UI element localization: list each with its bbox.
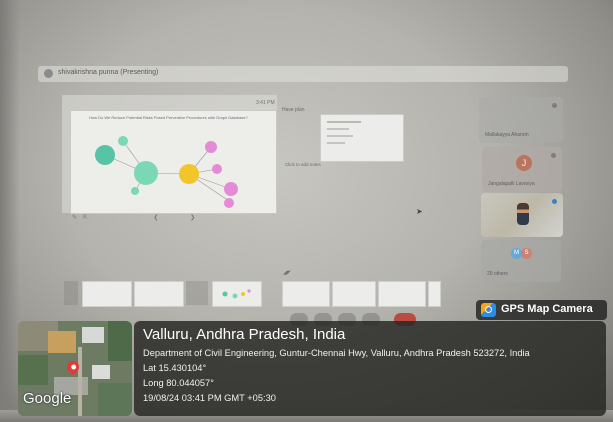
- latitude: Lat 15.430104°: [143, 363, 207, 373]
- pointer-icon[interactable]: ⇱: [83, 215, 88, 221]
- mind-map-node: [205, 141, 217, 153]
- mic-off-icon: [551, 153, 556, 158]
- slide-filmstrip[interactable]: [64, 281, 441, 307]
- presenter-bar-label: shivakrishna punna (Presenting): [58, 69, 159, 76]
- mind-map-node: [95, 145, 115, 165]
- participant-video-tile[interactable]: [481, 193, 563, 237]
- mind-map-node: [224, 198, 234, 208]
- meet-presenter-bar: shivakrishna punna (Presenting): [38, 66, 568, 82]
- participant-name: 20 others: [487, 271, 508, 277]
- slide-time: 3:41 PM: [256, 100, 275, 106]
- mind-map-node: [118, 136, 128, 146]
- gps-camera-badge: GPS Map Camera: [476, 300, 607, 320]
- notes-preview-card: [320, 114, 404, 162]
- mind-map-node: [212, 164, 222, 174]
- projected-screen-photo: shivakrishna punna (Presenting) 3:41 PM …: [0, 0, 613, 422]
- location-title: Valluru, Andhra Pradesh, India: [143, 326, 346, 343]
- participant-avatar: J: [516, 155, 532, 171]
- mind-map-node: [224, 182, 238, 196]
- slide-page: How Do We Reduce Potential Risks Posed P…: [70, 110, 277, 214]
- satellite-map-thumbnail: Google: [18, 321, 132, 416]
- participant-name: Jangalapalli Lavanya: [488, 181, 535, 187]
- longitude: Long 80.044057°: [143, 378, 214, 388]
- slide-editor-header: [62, 95, 283, 105]
- speaking-icon: [552, 199, 557, 204]
- filmstrip-handle-icon[interactable]: ◢◤: [283, 270, 291, 276]
- slide-thumbnail[interactable]: [378, 281, 426, 307]
- notes-title: Have plan: [282, 107, 305, 113]
- slide-thumbnail[interactable]: [332, 281, 376, 307]
- participant-tile[interactable]: J Jangalapalli Lavanya: [482, 147, 562, 192]
- slide-thumbnail[interactable]: [82, 281, 132, 307]
- filmstrip-gap: [186, 281, 208, 305]
- wall-shadow: [0, 0, 20, 422]
- mind-map-diagram: [95, 136, 238, 208]
- map-brand-label: Google: [23, 390, 72, 407]
- presenter-avatar-icon: [44, 69, 53, 78]
- thumbnail-mindmap: [222, 289, 251, 299]
- gps-camera-logo-icon: [481, 303, 496, 317]
- participant-tile[interactable]: Mallakayya Aharom: [479, 97, 563, 143]
- mind-map-node: [179, 164, 199, 184]
- gps-camera-label: GPS Map Camera: [501, 303, 593, 315]
- next-slide-icon[interactable]: ❯: [190, 215, 195, 221]
- timestamp: 19/08/24 03:41 PM GMT +05:30: [143, 393, 276, 403]
- slide-thumbnail[interactable]: [134, 281, 184, 307]
- slide-thumbnail[interactable]: [428, 281, 441, 307]
- prev-slide-icon[interactable]: ❮: [153, 215, 158, 221]
- slide-thumbnail[interactable]: [282, 281, 330, 307]
- others-avatars: M S: [511, 248, 541, 260]
- mind-map-node: [131, 187, 139, 195]
- participant-name: Mallakayya Aharom: [485, 132, 529, 138]
- slide-toolbar[interactable]: ✎ ⇱ ❮ ❯: [72, 214, 277, 224]
- pen-icon[interactable]: ✎: [72, 215, 77, 221]
- avatar: S: [521, 248, 532, 259]
- mind-map-center-node: [134, 161, 158, 185]
- participant-tile-others[interactable]: M S 20 others: [481, 240, 561, 282]
- participant-video-person: [517, 203, 529, 225]
- mic-off-icon: [552, 103, 557, 108]
- filmstrip-edge: [64, 281, 78, 305]
- mouse-cursor-icon: ➤: [416, 207, 423, 216]
- slide-thumbnail[interactable]: [212, 281, 262, 307]
- add-notes-hint[interactable]: Click to add notes: [285, 162, 321, 167]
- location-address: Department of Civil Engineering, Guntur-…: [143, 348, 530, 358]
- gps-info-panel: Valluru, Andhra Pradesh, India Departmen…: [134, 321, 606, 416]
